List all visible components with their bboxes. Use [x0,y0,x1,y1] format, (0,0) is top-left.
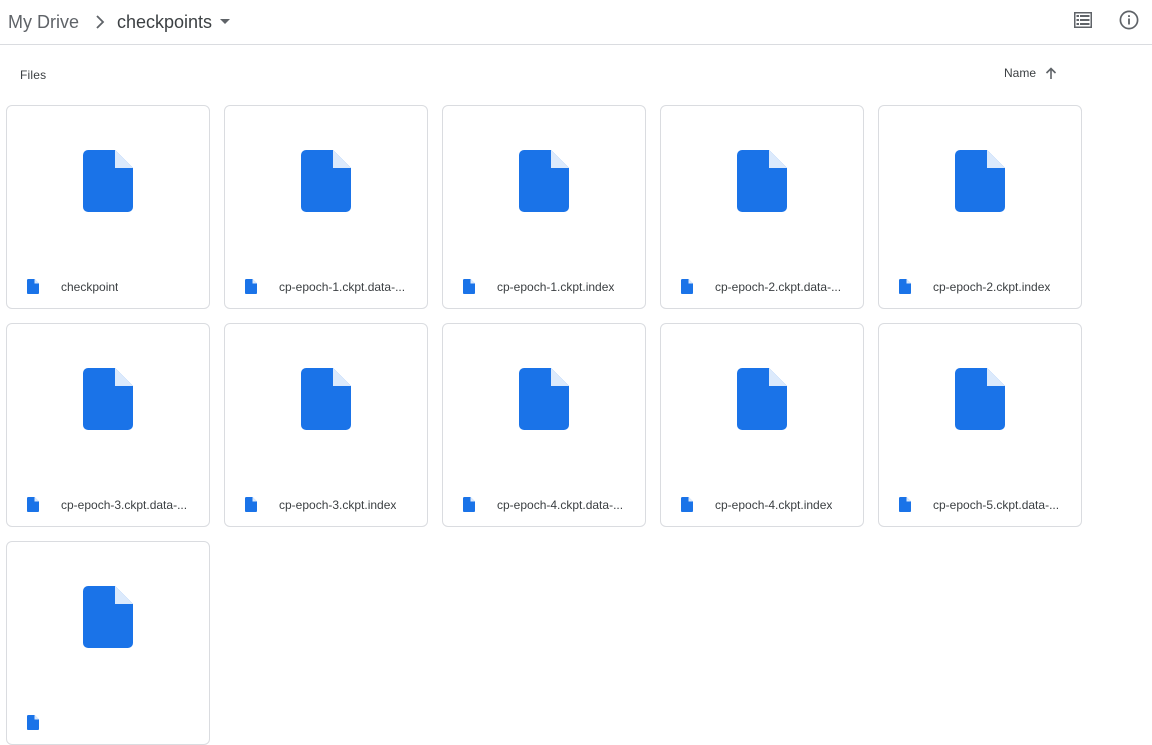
file-card[interactable]: cp-epoch-2.ckpt.index [878,105,1082,309]
file-icon [519,149,569,217]
file-icon [83,149,133,217]
file-icon [301,149,351,217]
file-type-icon [899,279,913,295]
file-card-footer: cp-epoch-5.ckpt.data-... [879,484,1081,526]
file-card[interactable]: cp-epoch-4.ckpt.data-... [442,323,646,527]
current-folder-label: checkpoints [117,11,213,32]
file-thumbnail [661,324,863,484]
file-card-footer: cp-epoch-3.ckpt.data-... [7,484,209,526]
list-view-icon [1074,11,1092,33]
file-thumbnail [879,106,1081,266]
list-view-button[interactable] [1070,9,1096,35]
file-card[interactable]: checkpoint [6,105,210,309]
file-name: cp-epoch-4.ckpt.index [715,498,833,512]
file-name: cp-epoch-3.ckpt.index [279,498,397,512]
file-name: cp-epoch-5.ckpt.data-... [933,498,1060,512]
breadcrumb-my-drive[interactable]: My Drive [8,12,83,33]
file-name: cp-epoch-2.ckpt.index [933,280,1051,294]
file-name: cp-epoch-2.ckpt.data-... [715,280,842,294]
file-card-footer: cp-epoch-1.ckpt.index [443,266,645,308]
file-card[interactable]: cp-epoch-1.ckpt.index [442,105,646,309]
arrow-up-icon [1045,66,1057,80]
file-card-footer: cp-epoch-2.ckpt.data-... [661,266,863,308]
file-thumbnail [879,324,1081,484]
caret-down-icon [220,19,231,25]
file-card[interactable]: cp-epoch-3.ckpt.index [224,323,428,527]
file-card[interactable]: cp-epoch-2.ckpt.data-... [660,105,864,309]
top-bar: My Drive checkpoints [0,0,1152,45]
breadcrumb-current-folder[interactable]: checkpoints [117,11,231,33]
info-icon [1119,10,1139,35]
file-icon [519,367,569,435]
file-thumbnail [7,542,209,702]
top-actions [1070,9,1152,35]
file-type-icon [899,497,913,513]
sort-by-name-button[interactable]: Name [1004,66,1057,80]
file-type-icon [245,279,259,295]
file-thumbnail [661,106,863,266]
file-card-footer: cp-epoch-4.ckpt.data-... [443,484,645,526]
file-thumbnail [443,106,645,266]
file-type-icon [27,715,41,731]
file-card[interactable]: cp-epoch-3.ckpt.data-... [6,323,210,527]
file-name: cp-epoch-1.ckpt.index [497,280,615,294]
file-thumbnail [225,324,427,484]
file-icon [83,367,133,435]
info-button[interactable] [1116,9,1142,35]
file-type-icon [681,497,695,513]
file-icon [955,149,1005,217]
file-type-icon [27,279,41,295]
file-icon [737,367,787,435]
file-card[interactable]: cp-epoch-4.ckpt.index [660,323,864,527]
file-type-icon [463,497,477,513]
file-thumbnail [7,106,209,266]
file-thumbnail [7,324,209,484]
file-type-icon [463,279,477,295]
file-thumbnail [443,324,645,484]
file-card[interactable]: cp-epoch-1.ckpt.data-... [224,105,428,309]
file-name: cp-epoch-3.ckpt.data-... [61,498,188,512]
file-icon [301,367,351,435]
file-name: cp-epoch-1.ckpt.data-... [279,280,406,294]
file-card-footer: cp-epoch-2.ckpt.index [879,266,1081,308]
file-type-icon [245,497,259,513]
chevron-right-icon [83,15,117,29]
file-name: cp-epoch-4.ckpt.data-... [497,498,624,512]
file-card[interactable] [6,541,210,745]
file-card-footer: cp-epoch-3.ckpt.index [225,484,427,526]
file-name: checkpoint [61,280,119,294]
file-icon [83,585,133,653]
file-card-footer [7,702,209,744]
file-thumbnail [225,106,427,266]
file-card-footer: checkpoint [7,266,209,308]
file-card-footer: cp-epoch-4.ckpt.index [661,484,863,526]
file-icon [955,367,1005,435]
sort-label: Name [1004,66,1037,80]
file-type-icon [681,279,695,295]
file-type-icon [27,497,41,513]
files-section-label: Files [20,68,47,82]
breadcrumb: My Drive checkpoints [8,8,231,36]
file-card-footer: cp-epoch-1.ckpt.data-... [225,266,427,308]
file-card[interactable]: cp-epoch-5.ckpt.data-... [878,323,1082,527]
file-icon [737,149,787,217]
